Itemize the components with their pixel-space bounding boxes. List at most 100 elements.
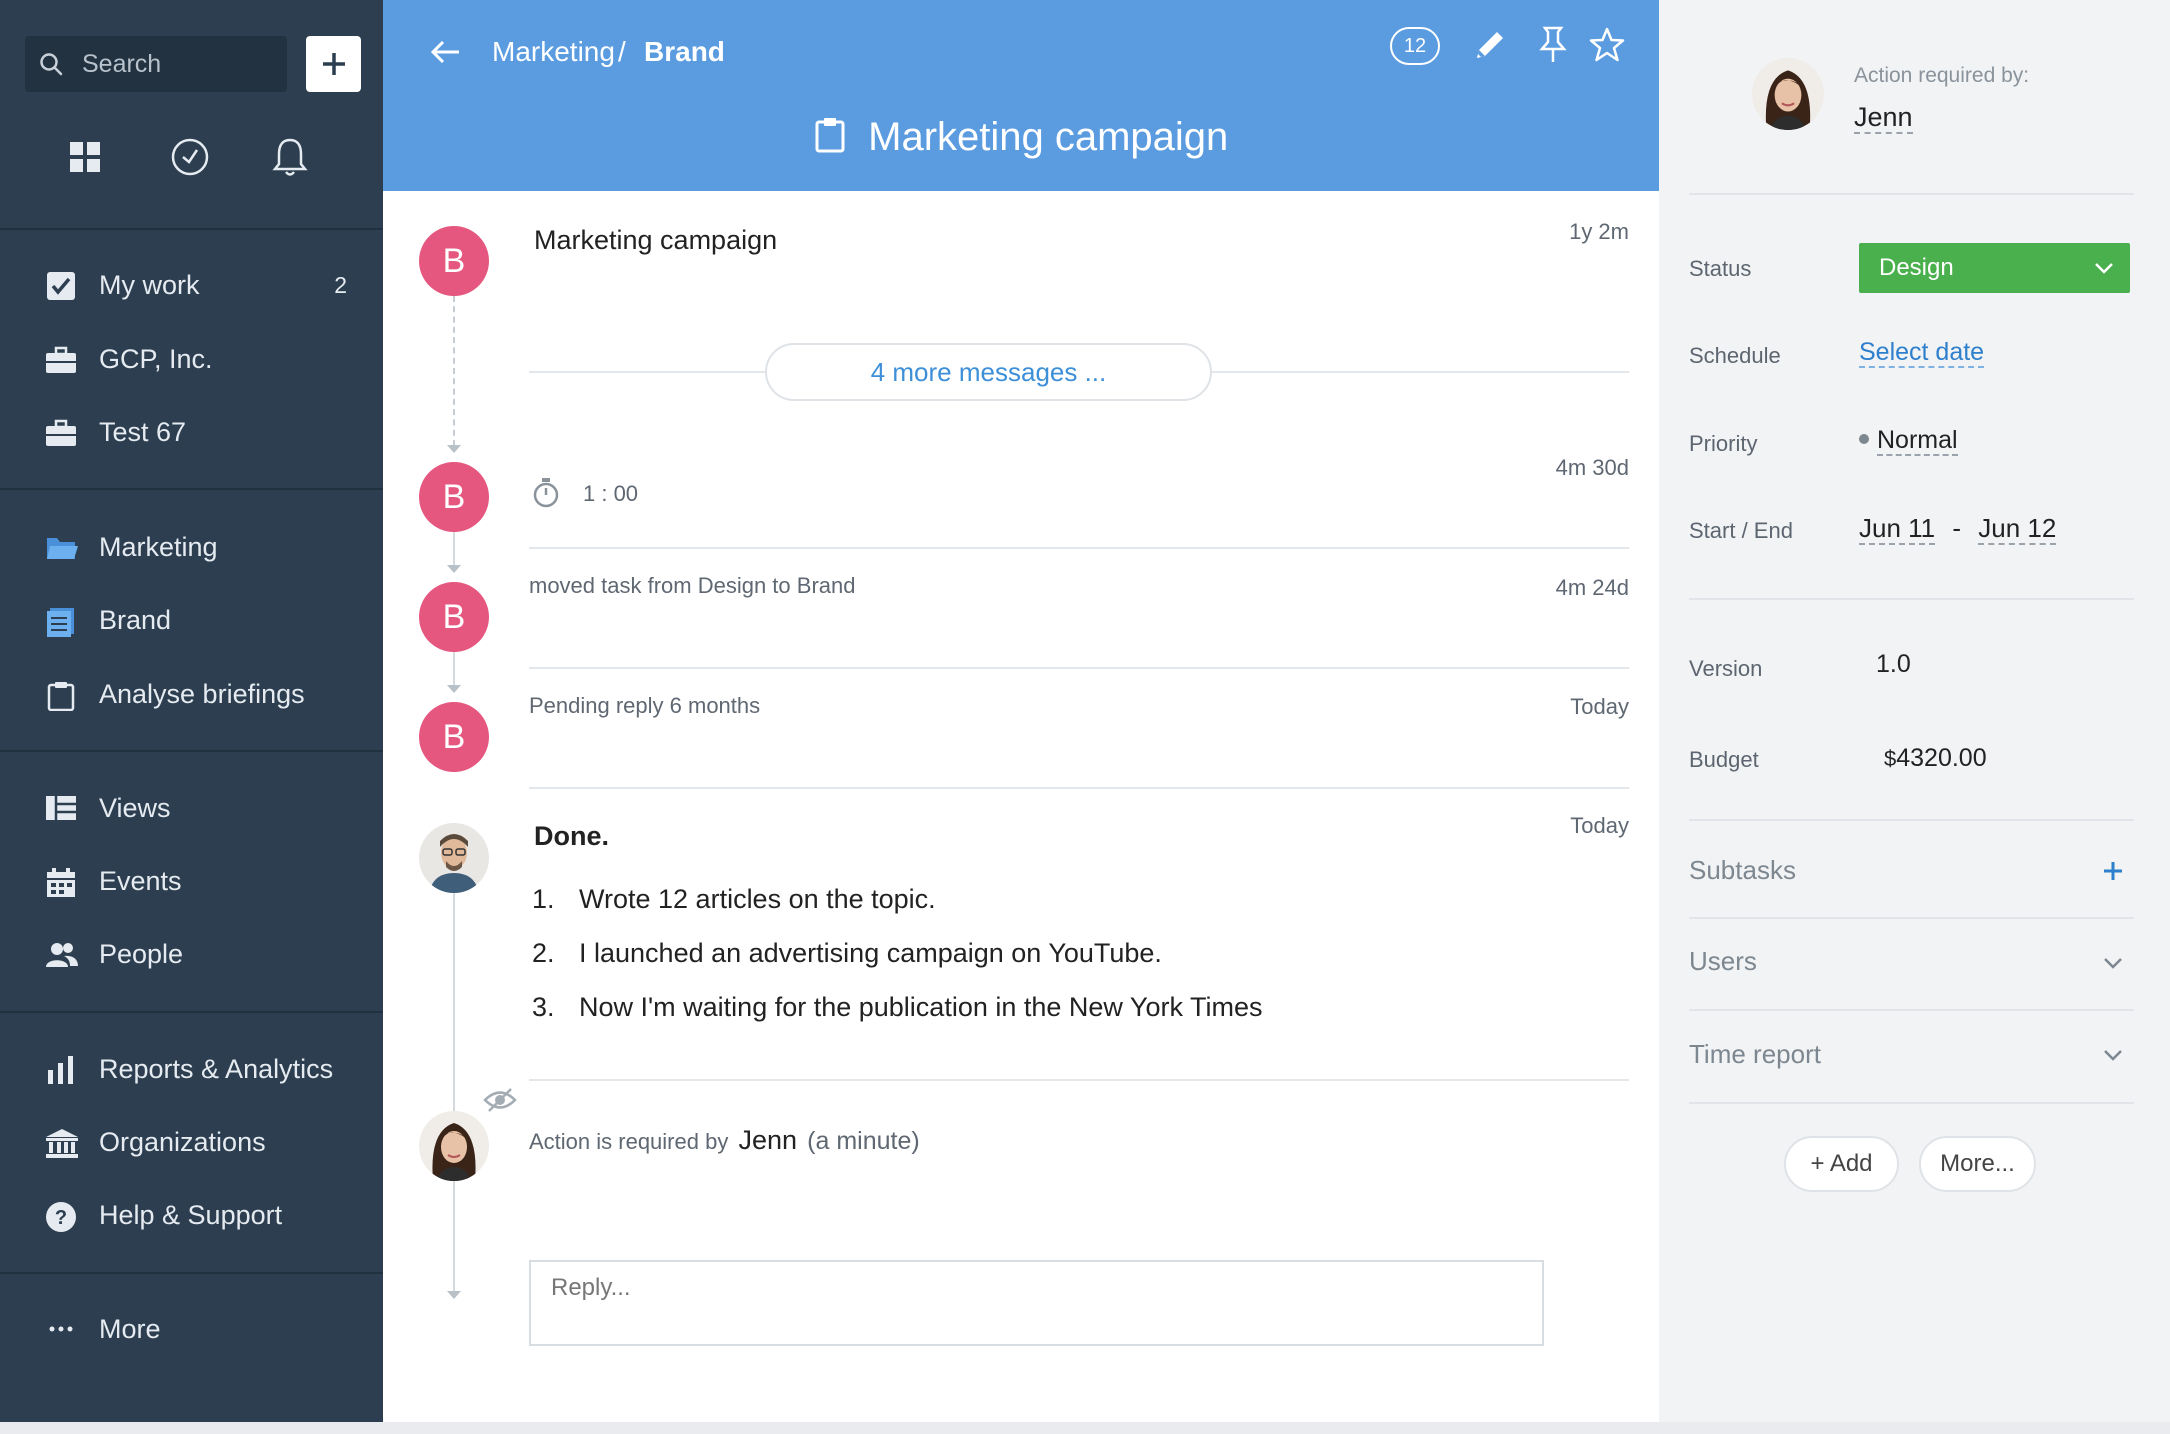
message-time: 4m 30d	[1555, 455, 1629, 480]
action-required-name-text: Jenn	[1854, 102, 1913, 134]
comment-count-badge[interactable]: 12	[1390, 27, 1440, 65]
task-details-panel: Action required by: Jenn Status Design S…	[1659, 0, 2170, 1422]
more-messages-button[interactable]: 4 more messages ...	[765, 343, 1212, 401]
sidebar-item-label: Views	[99, 793, 171, 823]
avatar[interactable]	[419, 1111, 489, 1181]
grid-icon[interactable]	[68, 140, 102, 179]
reply-input[interactable]: Reply...	[529, 1260, 1544, 1346]
avatar[interactable]: B	[419, 702, 489, 772]
budget-value[interactable]: $4320.00	[1884, 744, 1987, 773]
sidebar-item-more[interactable]: More	[0, 1300, 383, 1358]
star-icon[interactable]	[1588, 26, 1626, 69]
timeline-arrow	[447, 685, 461, 693]
divider	[529, 547, 1629, 549]
status-dropdown[interactable]: Design	[1859, 243, 2130, 293]
version-value[interactable]: 1.0	[1876, 650, 1911, 679]
chevron-down-icon[interactable]	[2102, 956, 2124, 975]
sidebar-item-events[interactable]: Events	[0, 852, 383, 910]
subtasks-section-title[interactable]: Subtasks	[1689, 855, 1796, 886]
divider	[529, 1079, 1629, 1081]
back-arrow-icon[interactable]	[429, 36, 461, 73]
sidebar-item-label: Reports & Analytics	[99, 1054, 334, 1084]
clipboard-icon	[46, 681, 76, 712]
priority-selector[interactable]: Normal	[1859, 426, 1958, 456]
avatar[interactable]: B	[419, 226, 489, 296]
search-input[interactable]: Search	[25, 36, 287, 92]
add-field-button[interactable]: + Add	[1784, 1136, 1899, 1192]
sidebar-item-views[interactable]: Views	[0, 779, 383, 837]
schedule-select-date[interactable]: Select date	[1859, 338, 1985, 368]
avatar[interactable]	[419, 823, 489, 893]
sidebar-item-label: People	[99, 939, 184, 969]
sidebar-item-organizations[interactable]: Organizations	[0, 1113, 383, 1171]
more-fields-button[interactable]: More...	[1919, 1136, 2036, 1192]
end-date[interactable]: Jun 12	[1978, 513, 2057, 545]
dots-icon	[46, 1316, 76, 1344]
clipboard-icon	[814, 117, 846, 158]
sidebar-item-my-work[interactable]: My work 2	[0, 256, 383, 314]
breadcrumb-current[interactable]: Brand	[644, 32, 725, 72]
currency-symbol: $	[1884, 746, 1897, 771]
list-item-number: 1.	[532, 884, 555, 914]
message-title: Marketing campaign	[534, 225, 778, 255]
sidebar-item-test-67[interactable]: Test 67	[0, 403, 383, 461]
sidebar-item-people[interactable]: People	[0, 925, 383, 983]
sidebar-divider	[0, 1272, 383, 1274]
list-item-text: Now I'm waiting for the publication in t…	[579, 992, 1263, 1022]
action-required-name[interactable]: Jenn	[1854, 102, 1913, 134]
divider	[1689, 1102, 2134, 1104]
sidebar-item-reports-analytics[interactable]: Reports & Analytics	[0, 1040, 383, 1098]
message-title: Done.	[534, 821, 610, 851]
divider	[529, 787, 1629, 789]
sidebar-item-label: Analyse briefings	[99, 679, 305, 709]
calendar-icon	[46, 868, 76, 897]
schedule-value: Select date	[1859, 338, 1985, 368]
sidebar-item-label: Events	[99, 866, 182, 896]
sidebar-item-label: More	[99, 1314, 161, 1344]
assignee-avatar[interactable]	[1752, 58, 1824, 130]
sidebar-item-analyse-briefings[interactable]: Analyse briefings	[0, 665, 383, 723]
clock-icon[interactable]	[170, 137, 210, 182]
search-placeholder: Search	[82, 50, 162, 78]
chevron-down-icon[interactable]	[2102, 1048, 2124, 1067]
sidebar-item-gcp-inc[interactable]: GCP, Inc.	[0, 330, 383, 388]
action-required-line: Action is required by Jenn (a minute)	[529, 1125, 920, 1156]
timeline-connector	[453, 296, 455, 446]
budget-label: Budget	[1689, 747, 1759, 772]
reply-placeholder: Reply...	[551, 1274, 631, 1301]
message-time: 4m 24d	[1555, 575, 1629, 600]
sidebar-item-help-support[interactable]: ? Help & Support	[0, 1186, 383, 1244]
bell-icon[interactable]	[271, 136, 309, 183]
stopwatch-icon	[532, 477, 560, 514]
timeline-connector	[453, 531, 455, 567]
action-required-label: Action required by:	[1854, 64, 2030, 87]
pencil-icon[interactable]	[1471, 26, 1509, 69]
priority-dot-icon	[1859, 434, 1869, 445]
date-separator: -	[1952, 513, 1962, 543]
chevron-down-icon	[2094, 261, 2114, 280]
divider	[529, 667, 1629, 669]
breadcrumb-parent[interactable]: Marketing	[492, 32, 615, 72]
pin-icon[interactable]	[1536, 26, 1570, 69]
divider	[1689, 193, 2134, 195]
message-time: 1y 2m	[1569, 219, 1629, 244]
time-report-section-title[interactable]: Time report	[1689, 1039, 1821, 1070]
sidebar-item-label: Test 67	[99, 417, 187, 447]
task-title: Marketing campaign	[868, 115, 1229, 159]
views-icon	[46, 795, 76, 823]
start-date[interactable]: Jun 11	[1859, 513, 1936, 545]
task-header: Marketing / Brand 12 Marketing campaign	[383, 0, 1659, 191]
sidebar-item-marketing[interactable]: Marketing	[0, 518, 383, 576]
users-section-title[interactable]: Users	[1689, 946, 1757, 977]
list-item: 3. Now I'm waiting for the publication in…	[532, 992, 1262, 1023]
sidebar-item-brand[interactable]: Brand	[0, 591, 383, 649]
sidebar-item-label: Help & Support	[99, 1200, 283, 1230]
search-icon	[40, 53, 63, 76]
action-required-user[interactable]: Jenn	[738, 1125, 797, 1155]
add-subtask-icon[interactable]	[2102, 860, 2124, 887]
timeline-connector	[453, 893, 455, 1293]
avatar[interactable]: B	[419, 462, 489, 532]
avatar[interactable]: B	[419, 582, 489, 652]
eye-hidden-icon[interactable]	[483, 1087, 517, 1118]
add-button[interactable]	[306, 36, 361, 92]
